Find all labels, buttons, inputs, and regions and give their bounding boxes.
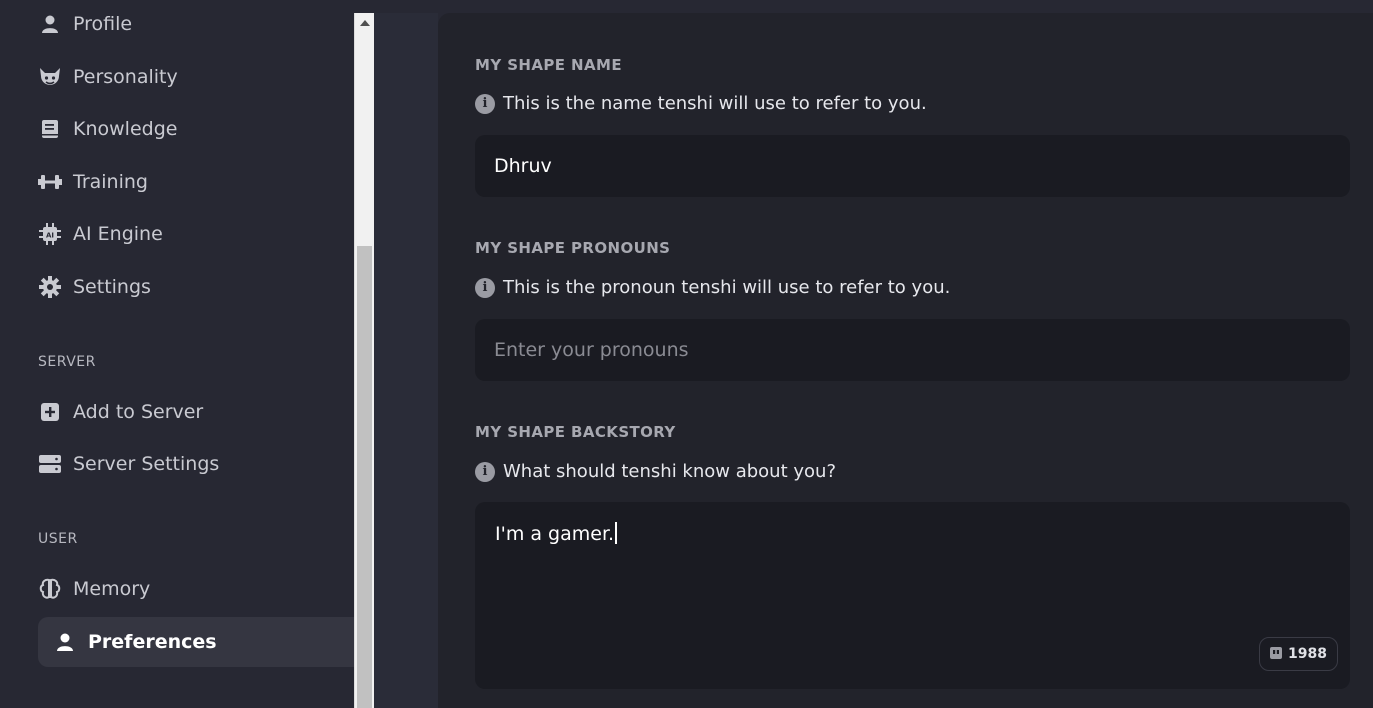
sidebar-item-ai-engine[interactable]: AI AI Engine <box>38 210 354 258</box>
backstory-field-hint: i What should tenshi know about you? <box>475 461 836 482</box>
server-icon <box>38 452 62 476</box>
dumbbell-icon <box>38 170 62 194</box>
sidebar-item-personality[interactable]: Personality <box>38 53 354 101</box>
info-icon: i <box>475 93 495 114</box>
pronouns-placeholder: Enter your pronouns <box>494 339 689 361</box>
sidebar-item-label: Preferences <box>88 631 217 653</box>
svg-text:AI: AI <box>46 232 54 240</box>
backstory-textarea[interactable]: I'm a gamer. 1988 <box>475 502 1350 689</box>
hint-text: This is the pronoun tenshi will use to r… <box>503 277 951 298</box>
backstory-value: I'm a gamer. <box>495 523 615 545</box>
sidebar-item-knowledge[interactable]: Knowledge <box>38 105 354 153</box>
sidebar-item-preferences[interactable]: Preferences <box>38 617 354 667</box>
brain-icon <box>38 577 62 601</box>
info-icon: i <box>475 461 495 482</box>
section-label-user: USER <box>38 531 78 547</box>
shape-name-value: Dhruv <box>494 155 552 177</box>
scroll-up-arrow-icon[interactable] <box>355 13 374 33</box>
person-icon <box>53 630 77 654</box>
hint-text: This is the name tenshi will use to refe… <box>503 93 927 114</box>
section-label-server: SERVER <box>38 354 96 370</box>
sidebar-item-label: Profile <box>73 13 133 35</box>
sidebar: Profile Personality Knowledge Training A… <box>0 0 354 708</box>
sidebar-item-label: Training <box>73 171 148 193</box>
info-icon: i <box>475 277 495 298</box>
hint-text: What should tenshi know about you? <box>503 461 836 482</box>
char-count-badge: 1988 <box>1259 637 1338 671</box>
sidebar-item-settings[interactable]: Settings <box>38 263 354 311</box>
sidebar-item-label: Server Settings <box>73 453 220 475</box>
book-icon <box>38 117 62 141</box>
ai-chip-icon: AI <box>38 222 62 246</box>
content-gutter <box>374 13 438 708</box>
sidebar-item-training[interactable]: Training <box>38 158 354 206</box>
sidebar-scrollbar[interactable] <box>354 13 374 708</box>
sidebar-item-memory[interactable]: Memory <box>38 565 354 613</box>
sidebar-item-add-to-server[interactable]: Add to Server <box>38 388 354 436</box>
sidebar-item-label: Memory <box>73 578 151 600</box>
gear-icon <box>38 275 62 299</box>
backstory-field-title: MY SHAPE BACKSTORY <box>475 423 676 441</box>
name-field-hint: i This is the name tenshi will use to re… <box>475 93 927 114</box>
pronouns-field-title: MY SHAPE PRONOUNS <box>475 239 671 257</box>
sidebar-item-profile[interactable]: Profile <box>38 0 354 48</box>
person-icon <box>38 12 62 36</box>
devil-face-icon <box>38 65 62 89</box>
sidebar-item-server-settings[interactable]: Server Settings <box>38 440 354 488</box>
sidebar-item-label: AI Engine <box>73 223 163 245</box>
text-caret <box>615 522 618 544</box>
scrollbar-thumb[interactable] <box>357 246 372 708</box>
sidebar-item-label: Add to Server <box>73 401 204 423</box>
plus-square-icon <box>38 400 62 424</box>
char-count-value: 1988 <box>1288 646 1327 662</box>
pronouns-input[interactable]: Enter your pronouns <box>475 319 1350 381</box>
sidebar-item-label: Personality <box>73 66 178 88</box>
shape-name-input[interactable]: Dhruv <box>475 135 1350 197</box>
pronouns-field-hint: i This is the pronoun tenshi will use to… <box>475 277 950 298</box>
sidebar-item-label: Knowledge <box>73 118 178 140</box>
quote-icon <box>1270 646 1283 662</box>
name-field-title: MY SHAPE NAME <box>475 56 622 74</box>
sidebar-item-label: Settings <box>73 276 151 298</box>
